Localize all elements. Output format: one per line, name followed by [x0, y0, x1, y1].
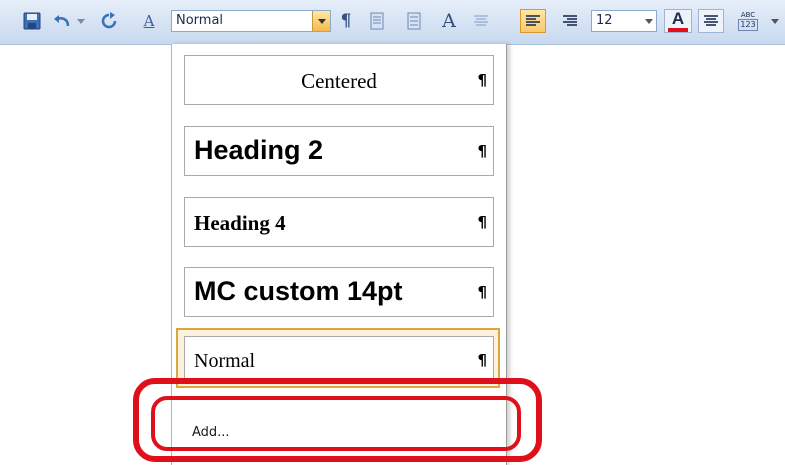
undo-dropdown-icon[interactable]	[75, 9, 87, 33]
style-item-normal[interactable]: Normal ¶	[184, 336, 494, 384]
distributed-icon[interactable]	[470, 9, 492, 33]
style-item-centered[interactable]: Centered ¶	[184, 55, 494, 105]
style-item-label: Heading 4	[194, 211, 286, 235]
annotation-highlight-inner	[151, 396, 521, 451]
align-left-icon[interactable]	[520, 9, 546, 33]
styles-pane-icon[interactable]: A	[137, 9, 161, 33]
style-select[interactable]: Normal	[171, 10, 331, 32]
font-size-field[interactable]: 12	[591, 10, 657, 32]
style-item-label: Normal	[194, 350, 256, 372]
redo-icon[interactable]	[97, 9, 121, 33]
font-color-icon[interactable]: A	[664, 9, 692, 33]
toolbar-overflow-icon[interactable]	[770, 9, 780, 33]
style-item-mc-custom-14pt[interactable]: MC custom 14pt ¶	[184, 267, 494, 317]
align-right-icon[interactable]	[557, 9, 583, 33]
paragraph-mark-icon: ¶	[477, 71, 487, 89]
style-item-label: MC custom 14pt	[194, 276, 403, 306]
show-formatting-icon[interactable]: ¶	[335, 9, 357, 33]
spelling-icon[interactable]: ABC 123	[733, 9, 763, 33]
paragraph-mark-icon: ¶	[477, 142, 487, 160]
style-dropdown-button[interactable]	[312, 11, 330, 31]
line-spacing-icon[interactable]	[403, 9, 425, 33]
paragraph-mark-icon: ¶	[477, 283, 487, 301]
style-item-heading-4[interactable]: Heading 4 ¶	[184, 197, 494, 247]
style-select-value: Normal	[176, 13, 224, 28]
text-style-icon[interactable]: A	[437, 9, 461, 33]
save-icon[interactable]	[20, 9, 44, 33]
align-center-icon[interactable]	[698, 9, 724, 33]
style-item-label: Centered	[301, 69, 377, 93]
font-size-value: 12	[596, 13, 613, 28]
paragraph-mark-icon: ¶	[477, 213, 487, 231]
font-size-dropdown-icon[interactable]	[642, 11, 656, 31]
formatting-toolbar: A Normal ¶ A 12 A ABC 123	[0, 0, 785, 45]
paragraph-mark-icon: ¶	[477, 351, 487, 369]
style-item-heading-2[interactable]: Heading 2 ¶	[184, 126, 494, 176]
justify-icon[interactable]	[366, 9, 388, 33]
undo-icon[interactable]	[50, 9, 74, 33]
style-item-label: Heading 2	[194, 135, 324, 165]
